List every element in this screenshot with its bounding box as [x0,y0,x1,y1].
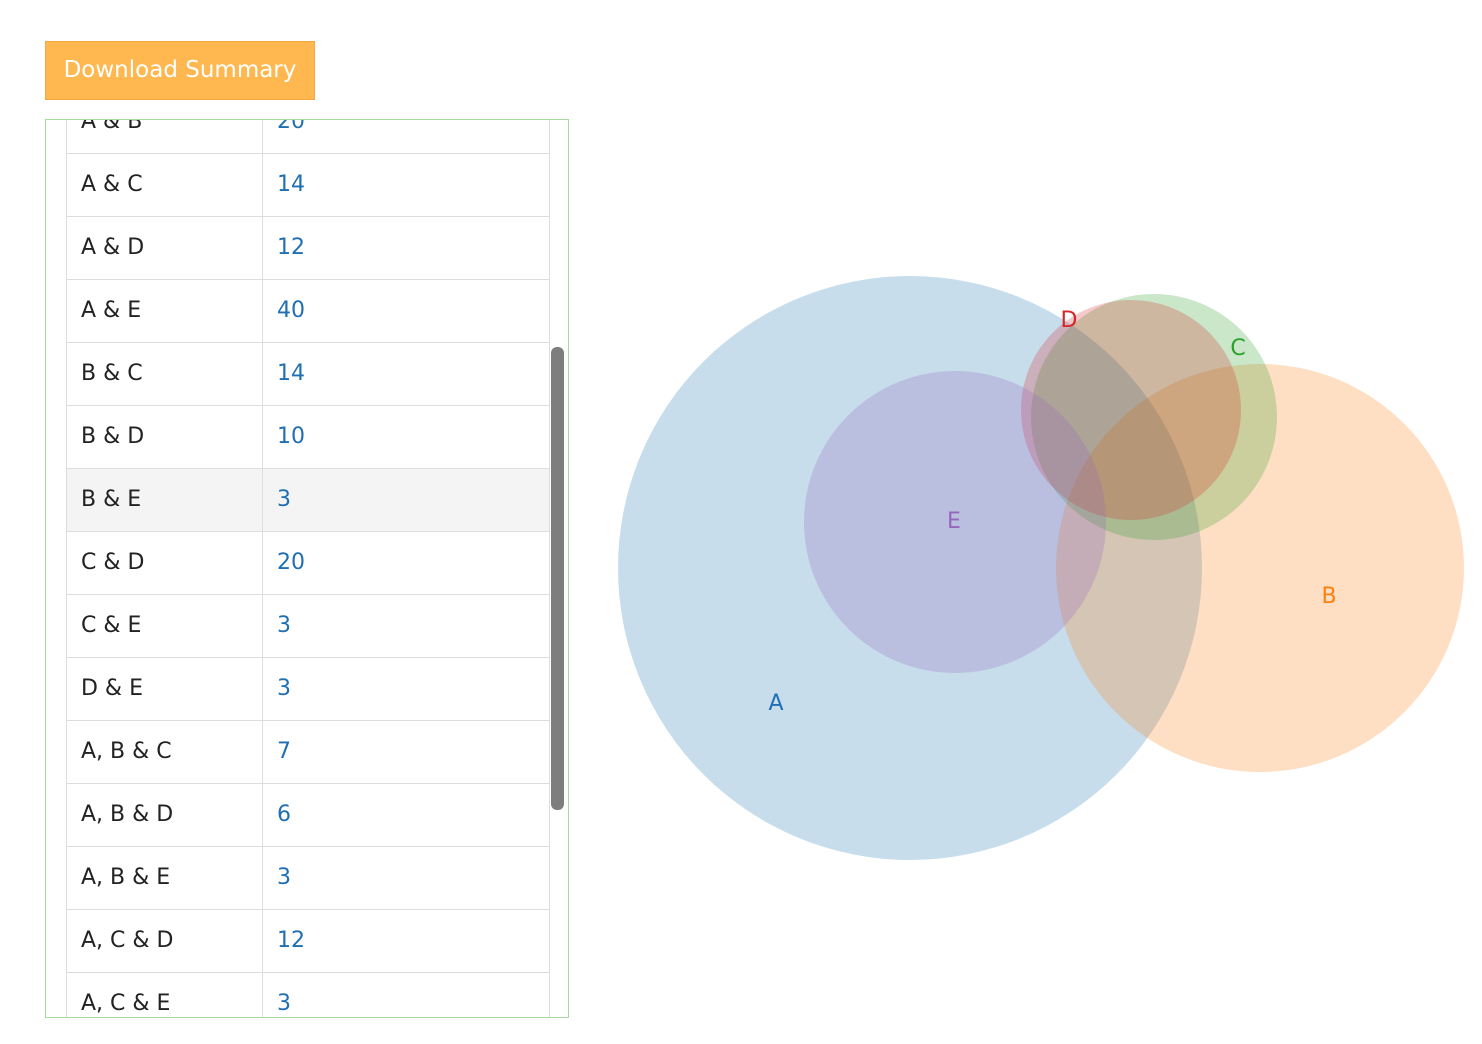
table-row[interactable]: D & E 3 [66,658,550,721]
venn-label-b: B [1321,584,1336,609]
table-row[interactable]: C & D 20 [66,532,550,595]
set-name-cell: A & C [67,154,263,216]
table-row[interactable]: A, B & E 3 [66,847,550,910]
set-name-cell: A & B [67,120,263,153]
set-name-cell: A, B & D [67,784,263,846]
table-row[interactable]: A & D 12 [66,217,550,280]
table-row[interactable]: A, B & D 6 [66,784,550,847]
set-size-cell: 14 [277,361,305,386]
set-size-cell: 10 [277,424,305,449]
venn-summary-page: Download Summary A & B 20 A & C 14 A & D 12 A … [0,0,1482,1044]
set-size-cell: 40 [277,298,305,323]
set-name-cell: A & E [67,280,263,342]
set-name-cell: B & C [67,343,263,405]
set-size-cell: 12 [277,928,305,953]
venn-label-a: A [768,691,783,716]
summary-table: A & B 20 A & C 14 A & D 12 A & E 40 B & C 14 B & D… [66,120,550,1017]
table-scrollbar-thumb[interactable] [551,347,564,810]
set-size-cell: 20 [277,120,305,134]
set-name-cell: C & D [67,532,263,594]
set-name-cell: A, C & D [67,910,263,972]
set-size-cell: 12 [277,235,305,260]
set-name-cell: A & D [67,217,263,279]
set-size-cell: 3 [277,613,291,638]
table-row[interactable]: A & C 14 [66,154,550,217]
table-row[interactable]: A, C & E 3 [66,973,550,1017]
summary-table-scroll-area[interactable]: A & B 20 A & C 14 A & D 12 A & E 40 B & C 14 B & D… [66,120,550,1017]
set-name-cell: A, B & E [67,847,263,909]
table-row[interactable]: A, C & D 12 [66,910,550,973]
venn-label-e: E [947,509,961,534]
table-row[interactable]: C & E 3 [66,595,550,658]
set-name-cell: A, C & E [67,973,263,1017]
set-name-cell: D & E [67,658,263,720]
table-row[interactable]: B & C 14 [66,343,550,406]
download-summary-button[interactable]: Download Summary [45,41,315,100]
set-name-cell: C & E [67,595,263,657]
set-size-cell: 6 [277,802,291,827]
set-name-cell: A, B & C [67,721,263,783]
venn-label-d: D [1061,308,1078,333]
venn-label-c: C [1230,336,1245,361]
set-size-cell: 14 [277,172,305,197]
set-size-cell: 20 [277,550,305,575]
table-row[interactable]: A & E 40 [66,280,550,343]
set-name-cell: B & E [67,469,263,531]
table-row[interactable]: A & B 20 [66,120,550,154]
summary-table-panel[interactable]: A & B 20 A & C 14 A & D 12 A & E 40 B & C 14 B & D… [45,119,569,1018]
table-row[interactable]: A, B & C 7 [66,721,550,784]
set-size-cell: 3 [277,487,291,512]
set-size-cell: 3 [277,991,291,1016]
table-row[interactable]: B & D 10 [66,406,550,469]
set-size-cell: 3 [277,865,291,890]
set-name-cell: B & D [67,406,263,468]
set-size-cell: 3 [277,676,291,701]
table-row[interactable]: B & E 3 [66,469,550,532]
set-size-cell: 7 [277,739,291,764]
venn-diagram: A B C D E [618,276,1464,860]
